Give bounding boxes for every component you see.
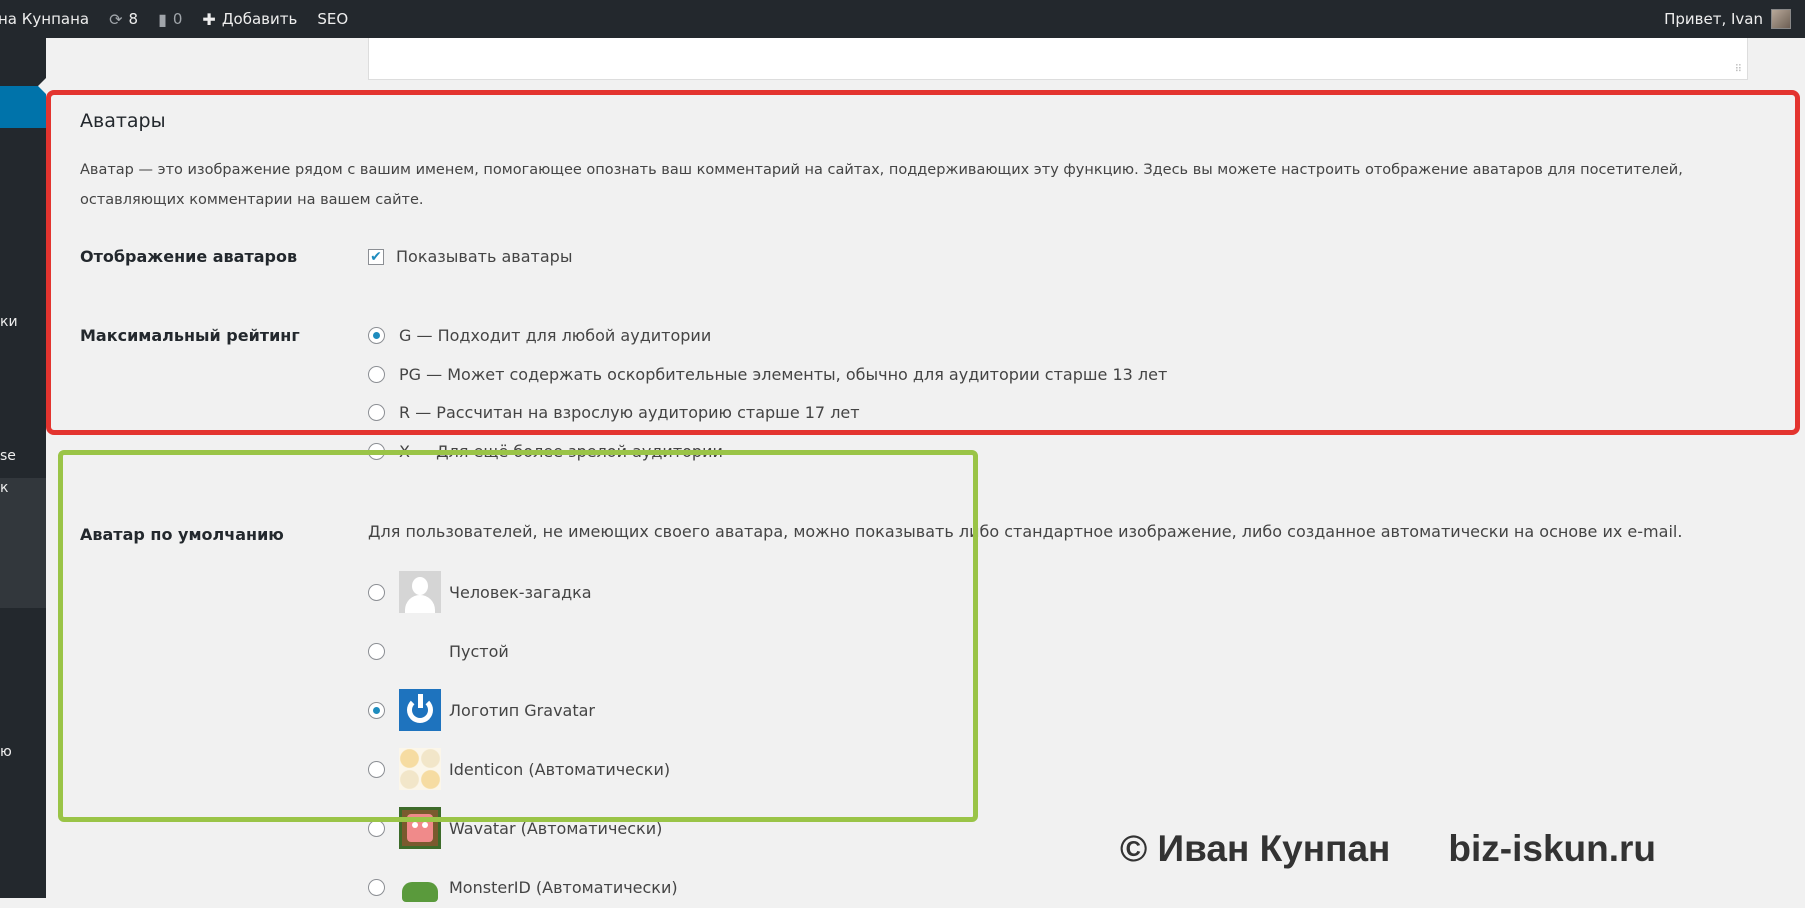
watermark-site: biz-iskun.ru: [1448, 828, 1657, 869]
default-avatar-radio[interactable]: [368, 878, 385, 896]
default-avatar-radio[interactable]: [368, 819, 385, 837]
watermark: © Иван Кунпан biz-iskun.ru: [1120, 828, 1656, 870]
default-avatar-option-label: MonsterID (Автоматически): [449, 877, 678, 897]
highlight-frame-green: [58, 450, 978, 822]
monsterid-icon: [399, 866, 441, 908]
highlight-frame-red: [46, 90, 1800, 435]
watermark-author: © Иван Кунпан: [1120, 828, 1391, 869]
default-avatar-option-monsterid[interactable]: MonsterID (Автоматически): [368, 866, 678, 908]
